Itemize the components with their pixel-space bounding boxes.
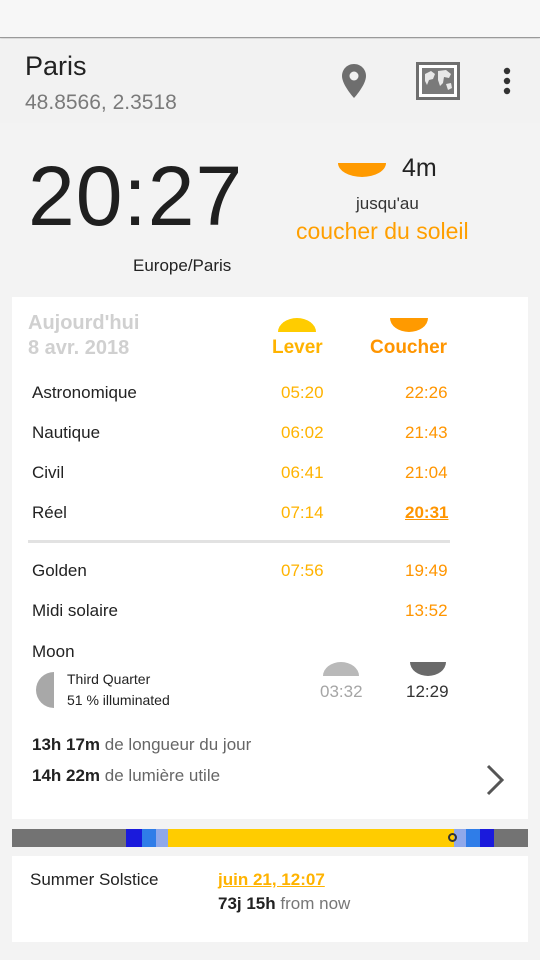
table-row[interactable]: Réel 07:14 20:31 xyxy=(12,499,528,529)
table-row[interactable]: Golden 07:56 19:49 xyxy=(12,557,528,587)
rise-time: 06:41 xyxy=(281,463,324,482)
moon-phase: Third Quarter xyxy=(67,671,151,687)
app-bar: Paris 48.8566, 2.3518 xyxy=(0,39,540,123)
sunrise-icon xyxy=(278,317,316,336)
sun-times-card[interactable]: Aujourd'hui 8 avr. 2018 Lever Coucher As… xyxy=(12,297,528,819)
timeline-nautical xyxy=(466,829,480,847)
rise-time: 06:02 xyxy=(281,423,324,442)
set-time: 21:04 xyxy=(405,463,448,482)
rise-time: 07:56 xyxy=(281,561,324,580)
current-time: 20:27 xyxy=(28,149,244,243)
set-time: 13:52 xyxy=(405,601,448,620)
season-remaining-value: 73j 15h xyxy=(218,894,276,913)
world-map-icon[interactable] xyxy=(414,61,462,101)
day-label-date: 8 avr. 2018 xyxy=(28,337,130,359)
moon-title: Moon xyxy=(32,642,75,661)
season-event-remaining: 73j 15h from now xyxy=(218,894,350,914)
table-row[interactable]: Astronomique 05:20 22:26 xyxy=(12,379,528,409)
timeline-daylight xyxy=(168,829,454,847)
row-label: Nautique xyxy=(32,423,101,442)
season-card[interactable]: Summer Solstice juin 21, 12:07 73j 15h f… xyxy=(12,856,528,942)
table-row[interactable]: Nautique 06:02 21:43 xyxy=(12,419,528,449)
next-event-countdown: 4m xyxy=(402,154,437,182)
timezone-label: Europe/Paris xyxy=(133,256,232,275)
moonrise-time: 03:32 xyxy=(320,682,363,701)
row-label: Midi solaire xyxy=(32,601,118,620)
set-time: 19:49 xyxy=(405,561,448,580)
status-bar xyxy=(0,0,540,38)
sunset-column-header: Coucher xyxy=(370,337,448,358)
rise-time: 05:20 xyxy=(281,383,324,402)
chevron-right-icon[interactable] xyxy=(484,763,506,801)
season-remaining-suffix: from now xyxy=(280,894,351,913)
more-vert-icon[interactable] xyxy=(494,61,520,101)
location-coords[interactable]: 48.8566, 2.3518 xyxy=(25,91,177,115)
location-name[interactable]: Paris xyxy=(25,51,87,82)
current-time-marker xyxy=(448,833,457,842)
timeline-night xyxy=(12,829,126,847)
day-length-label: de longueur du jour xyxy=(104,735,252,754)
moon-illumination: 51 % illuminated xyxy=(67,692,170,708)
location-pin-icon[interactable] xyxy=(336,61,372,101)
row-label: Golden xyxy=(32,561,87,580)
set-time: 21:43 xyxy=(405,423,448,442)
season-event-date[interactable]: juin 21, 12:07 xyxy=(218,870,325,890)
timeline-astronomical xyxy=(480,829,494,847)
set-time-current[interactable]: 20:31 xyxy=(405,503,448,523)
season-event-name: Summer Solstice xyxy=(30,870,159,889)
day-label: Aujourd'hui 8 avr. 2018 xyxy=(28,311,139,361)
table-row[interactable]: Civil 06:41 21:04 xyxy=(12,459,528,489)
timeline-night xyxy=(494,829,528,847)
moonset-time: 12:29 xyxy=(406,682,449,701)
setting-sun-icon xyxy=(338,162,386,181)
row-label: Astronomique xyxy=(32,383,137,402)
rise-time: 07:14 xyxy=(281,503,324,522)
sunset-icon xyxy=(390,317,428,336)
table-row[interactable]: Midi solaire 13:52 xyxy=(12,597,528,627)
table-divider xyxy=(28,540,450,543)
moon-phase-icon xyxy=(36,672,56,712)
day-length-value: 13h 17m xyxy=(32,735,101,754)
useful-light-label: de lumière utile xyxy=(104,766,221,785)
timeline-civil xyxy=(156,829,168,847)
useful-light-value: 14h 22m xyxy=(32,766,101,785)
timeline-nautical xyxy=(142,829,156,847)
day-label-today: Aujourd'hui xyxy=(28,312,140,334)
row-label: Réel xyxy=(32,503,67,522)
timeline-astronomical xyxy=(126,829,142,847)
sunrise-column-header: Lever xyxy=(272,337,323,358)
next-event-name: coucher du soleil xyxy=(296,218,469,244)
row-label: Civil xyxy=(32,463,65,482)
moonrise-icon xyxy=(323,661,359,680)
set-time: 22:26 xyxy=(405,383,448,402)
next-event-until: jusqu'au xyxy=(356,194,419,213)
useful-light: 14h 22m de lumière utile xyxy=(32,766,220,786)
day-length: 13h 17m de longueur du jour xyxy=(32,735,251,755)
moonset-icon xyxy=(410,661,446,680)
